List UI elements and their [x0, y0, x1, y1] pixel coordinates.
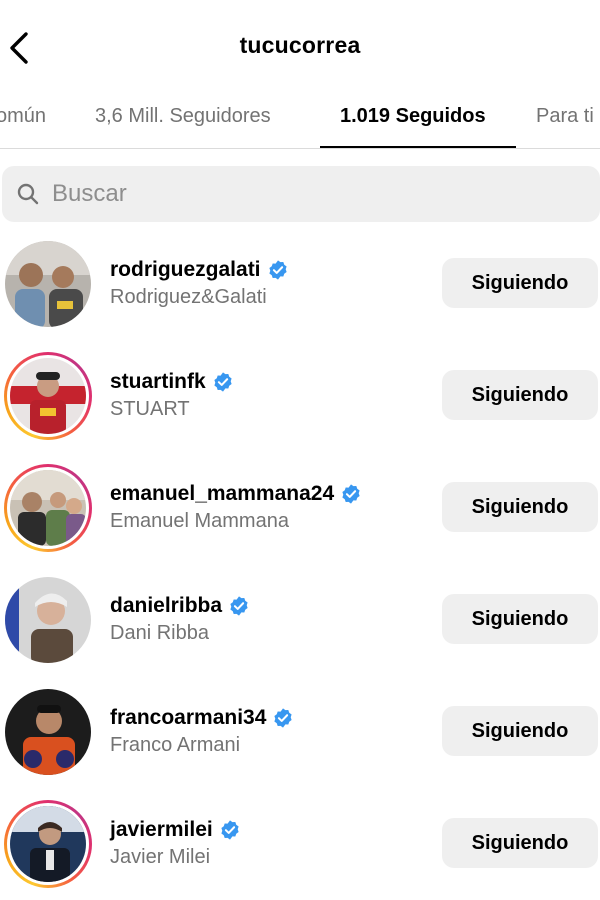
username[interactable]: stuartinfk: [110, 370, 206, 394]
list-item[interactable]: francoarmani34 Franco Armani Siguiendo: [0, 676, 600, 788]
full-name: Rodriguez&Galati: [110, 286, 267, 308]
list-item[interactable]: emanuel_mammana24 Emanuel Mammana Siguie…: [0, 452, 600, 564]
avatar[interactable]: [4, 688, 92, 776]
tab-seguidores[interactable]: 3,6 Mill. Seguidores: [95, 94, 271, 148]
search-input[interactable]: [52, 166, 582, 222]
search-bar[interactable]: [2, 166, 600, 222]
page-title: tucucorrea: [239, 32, 361, 58]
avatar[interactable]: [4, 464, 92, 552]
username[interactable]: rodriguezgalati: [110, 258, 261, 282]
verified-badge-icon: [342, 484, 360, 504]
header: tucucorrea: [0, 0, 600, 94]
tab-seguidos[interactable]: 1.019 Seguidos: [340, 94, 486, 148]
full-name: STUART: [110, 398, 190, 420]
username[interactable]: javiermilei: [110, 818, 213, 842]
list-item[interactable]: rodriguezgalati Rodriguez&Galati Siguien…: [0, 228, 600, 340]
search-icon: [17, 183, 39, 205]
avatar[interactable]: [4, 352, 92, 440]
following-button[interactable]: Siguiendo: [442, 706, 598, 756]
username[interactable]: danielribba: [110, 594, 222, 618]
following-button[interactable]: Siguiendo: [442, 258, 598, 308]
avatar[interactable]: [4, 576, 92, 664]
full-name: Javier Milei: [110, 846, 211, 868]
list-item[interactable]: javiermilei Javier Milei Siguiendo: [0, 788, 600, 900]
avatar[interactable]: [4, 240, 92, 328]
following-screen: tucucorrea omún 3,6 Mill. Seguidores 1.0…: [0, 0, 600, 900]
username[interactable]: emanuel_mammana24: [110, 482, 334, 506]
verified-badge-icon: [274, 708, 293, 728]
full-name: Emanuel Mammana: [110, 510, 289, 532]
tab-bar: omún 3,6 Mill. Seguidores 1.019 Seguidos…: [0, 94, 600, 149]
following-button[interactable]: Siguiendo: [442, 818, 598, 868]
verified-badge-icon: [268, 260, 287, 280]
username[interactable]: francoarmani34: [110, 706, 266, 730]
verified-badge-icon: [214, 372, 232, 392]
following-button[interactable]: Siguiendo: [442, 482, 598, 532]
list-item[interactable]: danielribba Dani Ribba Siguiendo: [0, 564, 600, 676]
avatar[interactable]: [4, 800, 92, 888]
tab-para-ti[interactable]: Para ti: [536, 94, 594, 148]
tab-en-comun[interactable]: omún: [0, 94, 46, 148]
following-button[interactable]: Siguiendo: [442, 370, 598, 420]
verified-badge-icon: [221, 820, 239, 840]
list-item[interactable]: stuartinfk STUART Siguiendo: [0, 340, 600, 452]
full-name: Dani Ribba: [110, 622, 209, 644]
full-name: Franco Armani: [110, 734, 241, 756]
following-button[interactable]: Siguiendo: [442, 594, 598, 644]
verified-badge-icon: [230, 596, 248, 616]
active-tab-indicator: [320, 146, 516, 148]
